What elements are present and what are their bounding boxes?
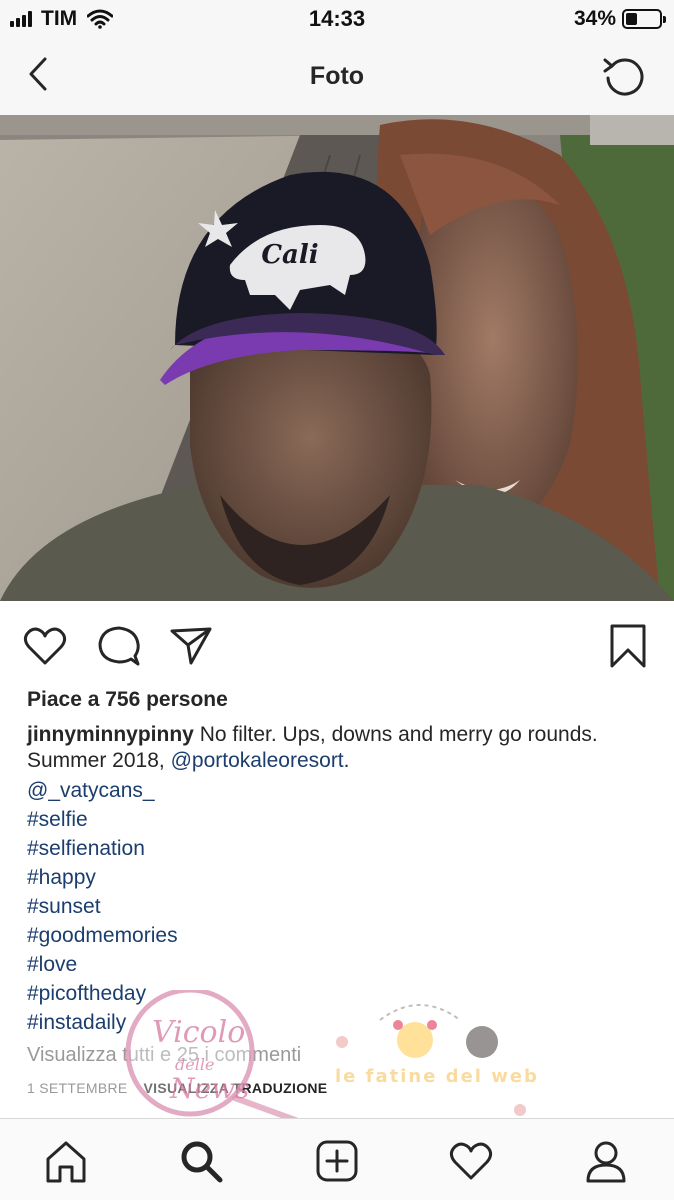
likes-count[interactable]: Piace a 756 persone (27, 688, 228, 712)
hashtag[interactable]: #picoftheday (27, 979, 178, 1008)
bookmark-icon (610, 624, 646, 668)
refresh-button[interactable] (600, 52, 648, 100)
nav-bar: Foto (0, 40, 674, 115)
hashtag[interactable]: #selfie (27, 805, 178, 834)
view-comments-link[interactable]: Visualizza tutti e 25 i commenti (27, 1044, 301, 1067)
hashtag[interactable]: #selfienation (27, 834, 178, 863)
tag-mention[interactable]: @_vatycans_ (27, 776, 178, 805)
post-caption: jinnyminnypinny No filter. Ups, downs an… (27, 722, 657, 774)
refresh-icon (603, 58, 644, 96)
status-time: 14:33 (308, 6, 366, 31)
hashtag[interactable]: #sunset (27, 892, 178, 921)
like-button[interactable] (22, 623, 68, 669)
tab-bar (0, 1118, 674, 1200)
caption-username[interactable]: jinnyminnypinny (27, 723, 194, 746)
caption-end: . (343, 749, 350, 772)
tab-search[interactable] (177, 1137, 225, 1185)
caption-mention[interactable]: @portokaleoresort (171, 749, 344, 772)
profile-icon (586, 1141, 626, 1183)
tab-profile[interactable] (582, 1137, 630, 1185)
share-icon (170, 627, 212, 665)
page-title: Foto (309, 62, 365, 90)
selfie-image: Cali (0, 115, 674, 601)
search-icon (181, 1141, 223, 1183)
home-icon (46, 1141, 86, 1183)
battery-percent: 34% (573, 7, 616, 30)
hashtag[interactable]: #love (27, 950, 178, 979)
post-actions (0, 601, 674, 687)
hashtag-list: @_vatycans_ #selfie #selfienation #happy… (27, 776, 178, 1037)
comment-button[interactable] (96, 623, 142, 669)
battery-level (626, 13, 637, 25)
hashtag[interactable]: #happy (27, 863, 178, 892)
status-right: 34% (573, 6, 666, 32)
watermark-banner: le fatine del web (335, 1066, 539, 1087)
comment-icon (98, 626, 140, 666)
hashtag[interactable]: #instadaily (27, 1008, 178, 1037)
tab-home[interactable] (42, 1137, 90, 1185)
post-photo[interactable]: Cali (0, 115, 674, 601)
post-meta: 1 SETTEMBRE VISUALIZZA TRADUZIONE (27, 1080, 327, 1096)
share-button[interactable] (168, 623, 214, 669)
save-button[interactable] (605, 623, 651, 669)
heart-icon (23, 627, 67, 665)
hashtag[interactable]: #goodmemories (27, 921, 178, 950)
cap-text: Cali (261, 240, 318, 270)
tab-new-post[interactable] (313, 1137, 361, 1185)
battery-icon (622, 9, 666, 29)
status-bar: TIM 14:33 34% (0, 0, 674, 40)
post-date: 1 SETTEMBRE (27, 1080, 128, 1096)
activity-heart-icon (449, 1142, 493, 1180)
translate-link[interactable]: VISUALIZZA TRADUZIONE (144, 1080, 328, 1096)
add-post-icon (316, 1140, 358, 1182)
tab-activity[interactable] (447, 1137, 495, 1185)
